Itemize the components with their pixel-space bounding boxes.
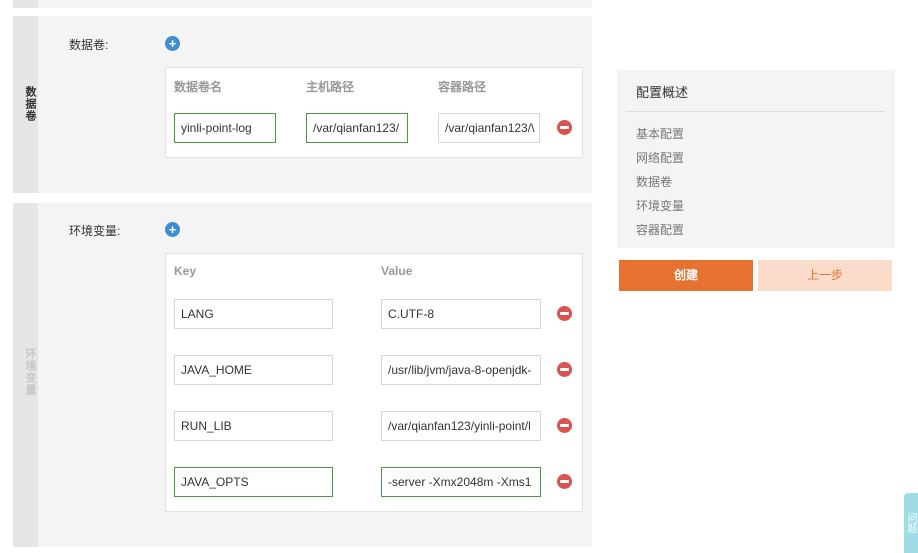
- remove-env-button[interactable]: [557, 474, 572, 489]
- env-value-input[interactable]: /usr/lib/jvm/java-8-openjdk-: [381, 355, 541, 385]
- env-col-value: Value: [381, 264, 413, 278]
- summary-divider: [626, 111, 885, 112]
- volume-name-input[interactable]: yinli-point-log: [174, 113, 276, 143]
- feedback-side-tab[interactable]: 问题: [904, 493, 918, 553]
- summary-item-basic[interactable]: 基本配置: [636, 125, 684, 142]
- remove-env-button[interactable]: [557, 418, 572, 433]
- previous-section-edge: [13, 0, 592, 8]
- volumes-col-host-path: 主机路径: [306, 80, 355, 94]
- add-env-button[interactable]: +: [165, 222, 180, 237]
- volumes-col-name: 数据卷名: [174, 80, 223, 94]
- volume-container-path-input[interactable]: /var/qianfan123/\: [438, 113, 540, 143]
- summary-title: 配置概述: [636, 85, 689, 100]
- env-value-input[interactable]: -server -Xmx2048m -Xms1: [381, 467, 541, 497]
- env-value-input[interactable]: C.UTF-8: [381, 299, 541, 329]
- summary-item-container[interactable]: 容器配置: [636, 221, 684, 238]
- env-value-input[interactable]: /var/qianfan123/yinli-point/l: [381, 411, 541, 441]
- env-side-title: 环境变量: [24, 348, 36, 396]
- remove-env-button[interactable]: [557, 362, 572, 377]
- previous-step-button[interactable]: 上一步: [758, 260, 892, 291]
- env-label: 环境变量:: [69, 224, 121, 238]
- env-key-input[interactable]: LANG: [174, 299, 333, 329]
- summary-item-network[interactable]: 网络配置: [636, 149, 684, 166]
- volumes-col-container-path: 容器路径: [438, 80, 487, 94]
- volumes-side-title: 数据卷: [24, 86, 36, 122]
- remove-env-button[interactable]: [557, 306, 572, 321]
- env-key-input[interactable]: JAVA_OPTS: [174, 467, 333, 497]
- summary-item-env[interactable]: 环境变量: [636, 197, 684, 214]
- summary-item-volumes[interactable]: 数据卷: [636, 173, 672, 190]
- remove-volume-button[interactable]: [557, 120, 572, 135]
- volume-host-path-input[interactable]: /var/qianfan123/: [306, 113, 408, 143]
- add-volume-button[interactable]: +: [165, 36, 180, 51]
- env-key-input[interactable]: RUN_LIB: [174, 411, 333, 441]
- env-key-input[interactable]: JAVA_HOME: [174, 355, 333, 385]
- create-button[interactable]: 创建: [619, 260, 753, 291]
- env-col-key: Key: [174, 264, 197, 278]
- volumes-label: 数据卷:: [69, 38, 109, 52]
